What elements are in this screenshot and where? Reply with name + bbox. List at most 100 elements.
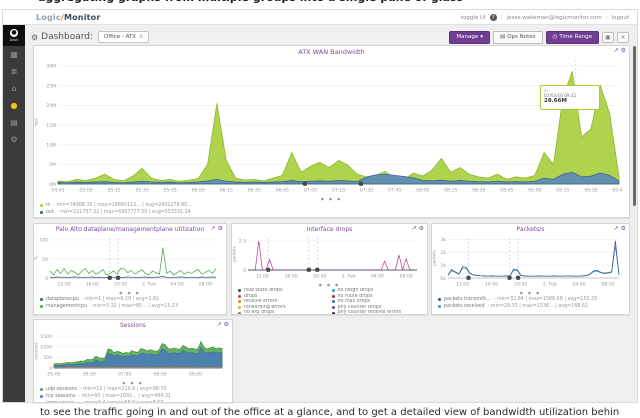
svg-text:08:00: 08:00 — [400, 274, 413, 280]
legend-item[interactable]: phy counter receive errors — [332, 310, 424, 315]
svg-text:5M: 5M — [49, 162, 56, 168]
packets-legend: packets transmitt...- min=32.84 | max=15… — [432, 296, 629, 311]
svg-text:1k: 1k — [440, 263, 446, 269]
logicmonitor-app-window: Logic/Monitor toggle UI ? | jesse.wakema… — [2, 9, 638, 403]
svg-text:%: % — [34, 256, 39, 260]
wan-bandwidth-chart[interactable]: 0M5M10M15M20M25M30M04:4505:0005:1505:300… — [34, 57, 623, 193]
packets-chart[interactable]: 0k1k2k3k12:0016:0020:002. Feb04:0008:00p… — [432, 235, 623, 287]
user-email-link[interactable]: jesse.wakeman@logicmonitor.com — [507, 15, 602, 21]
palo-alto-chart[interactable]: 05010012:0016:0020:002. Feb04:0008:00% — [34, 235, 220, 287]
svg-text:09:45: 09:45 — [612, 188, 623, 194]
sessions-chart[interactable]: 05001000150005:0006:0007:0008:0009:00ses… — [34, 331, 226, 377]
widget-gear-icon[interactable]: ⚙ — [419, 225, 424, 232]
widget-packets-per-second: Packets/s ↗⚙ 0k1k2k3k12:0016:0020:002. F… — [431, 223, 630, 315]
expand-icon[interactable]: ↗ — [614, 225, 619, 232]
sidebar-item-dash[interactable]: ● Dash — [3, 25, 25, 46]
legend-item[interactable]: packets transmitt...- min=32.84 | max=15… — [438, 296, 625, 303]
devices-icon: ≣ — [11, 67, 18, 76]
svg-text:07:45: 07:45 — [388, 188, 401, 194]
reports-icon: ▤ — [10, 118, 18, 127]
legend-series-name: in — [46, 202, 50, 209]
legend-item[interactable]: packets received- min=29.33 | max=1536..… — [438, 303, 625, 310]
legend-item[interactable]: dataplanecpu- min=1 | max=6.29 | avg=1.8… — [40, 296, 222, 303]
expand-icon[interactable]: ↗ — [412, 225, 417, 232]
scrollbar[interactable] — [633, 46, 636, 206]
legend-series-name: dataplanecpu — [46, 296, 79, 303]
svg-text:05:00: 05:00 — [47, 372, 60, 378]
legend-series-name: icmp sessio... — [46, 400, 78, 403]
widget-title: Palo Alto dataplane/managementplane util… — [34, 224, 226, 235]
widget-title: Sessions ↗⚙ — [34, 320, 232, 331]
widget-gear-icon[interactable]: ⚙ — [621, 47, 626, 54]
svg-text:08:30: 08:30 — [472, 188, 485, 194]
dashboard-gear-icon[interactable]: ⚙ — [31, 33, 38, 42]
popout-button[interactable]: ▣ — [602, 32, 614, 43]
sidebar-item-devices[interactable]: ≣ — [3, 63, 25, 80]
legend-color-dot — [438, 298, 441, 301]
tab-options-icon[interactable]: ⊙ — [139, 34, 143, 40]
svg-text:09:00: 09:00 — [528, 188, 541, 194]
svg-text:08:00: 08:00 — [199, 282, 212, 288]
svg-text:20M: 20M — [46, 103, 56, 109]
svg-text:packets: packets — [432, 250, 437, 265]
interface-drops-chart[interactable]: 02.512:0016:0020:002. Feb04:0008:00packe… — [232, 235, 421, 279]
svg-text:bps: bps — [34, 118, 39, 125]
legend-series-name: phy counter receive errors — [338, 310, 402, 315]
services-icon: ⌂ — [11, 84, 16, 93]
legend-item[interactable]: udp sessions- min=12 | max=210.6 | avg=9… — [40, 386, 228, 393]
legend-series-stats: - min=1 | max=6.29 | avg=1.82 — [82, 296, 159, 303]
settings-icon: ⚙ — [10, 135, 17, 144]
legend-color-dot — [238, 295, 241, 298]
legend-item[interactable]: out- min=221757.32 | max=6957777.50 | av… — [40, 209, 625, 216]
svg-text:2. Feb: 2. Feb — [342, 274, 356, 280]
legend-color-dot — [332, 295, 335, 298]
ops-notes-button[interactable]: ▤ Ops Notes — [493, 31, 543, 44]
legend-item[interactable]: no arp drops — [238, 310, 330, 315]
legend-color-dot — [438, 305, 441, 308]
svg-text:2.5: 2.5 — [239, 239, 246, 245]
svg-text:20:00: 20:00 — [313, 274, 326, 280]
legend-item[interactable]: icmp sessio...- min=0.4 | max=58.9 | avg… — [40, 400, 228, 403]
widget-gear-icon[interactable]: ⚙ — [621, 225, 626, 232]
dashboard-toolbar: ⚙ Dashboard: Office - ATX ⊙ Manage ▾ ▤ O… — [31, 29, 629, 45]
sidebar-item-alerts[interactable]: ● — [3, 97, 25, 114]
legend-series-stats: - min=95 | max=1092... | avg=494.31 — [78, 393, 171, 400]
sidebar-item-services[interactable]: ⌂ — [3, 80, 25, 97]
legend-item[interactable]: managementcpu- min=3.32 | max=80... | av… — [40, 303, 222, 310]
svg-text:2. Feb: 2. Feb — [142, 282, 156, 288]
manage-button[interactable]: Manage ▾ — [449, 31, 490, 44]
close-button[interactable]: × — [617, 32, 629, 43]
sidebar-item-dashboards[interactable]: ▦ — [3, 46, 25, 63]
sidebar-item-reports[interactable]: ▤ — [3, 114, 25, 131]
svg-text:09:15: 09:15 — [556, 188, 569, 194]
expand-icon[interactable]: ↗ — [614, 47, 619, 54]
drops-legend: flow state dropsno neigh dropsdropsno ro… — [232, 288, 427, 315]
toggle-ui-link[interactable]: toggle UI — [461, 15, 486, 21]
widget-gear-icon[interactable]: ⚙ — [224, 321, 229, 328]
svg-text:05:30: 05:30 — [136, 188, 149, 194]
legend-item[interactable]: tcp sessions- min=95 | max=1092... | avg… — [40, 393, 228, 400]
widget-title: Interface drops ↗⚙ — [232, 224, 427, 235]
svg-text:09:00: 09:00 — [189, 372, 202, 378]
sidebar-item-settings[interactable]: ⚙ — [3, 131, 25, 148]
legend-series-stats: - min=3.32 | max=80... | avg=15.23 — [90, 303, 178, 310]
clock-icon: ◷ — [553, 34, 558, 40]
svg-text:50: 50 — [42, 257, 48, 263]
svg-text:16:00: 16:00 — [485, 282, 498, 288]
dashboard-tab-office-atx[interactable]: Office - ATX ⊙ — [98, 31, 149, 43]
logout-link[interactable]: logout — [612, 15, 629, 21]
expand-icon[interactable]: ↗ — [217, 321, 222, 328]
legend-series-stats: - min=221757.32 | max=6957777.50 | avg=5… — [57, 209, 191, 216]
expand-icon[interactable]: ↗ — [211, 225, 216, 232]
legend-item[interactable]: in- min=34988.35 | max=28660112... | avg… — [40, 202, 625, 209]
user-bar: toggle UI ? | jesse.wakeman@logicmonitor… — [461, 14, 629, 21]
svg-text:05:00: 05:00 — [79, 188, 92, 194]
time-range-button[interactable]: ◷ Time Range — [546, 31, 599, 44]
svg-text:packets: packets — [232, 246, 237, 261]
help-icon[interactable]: ? — [490, 14, 497, 21]
widget-gear-icon[interactable]: ⚙ — [218, 225, 223, 232]
logicmonitor-logo[interactable]: Logic/Monitor — [36, 13, 101, 22]
svg-text:04:00: 04:00 — [572, 282, 585, 288]
legend-color-dot — [40, 402, 43, 403]
svg-text:06:00: 06:00 — [83, 372, 96, 378]
